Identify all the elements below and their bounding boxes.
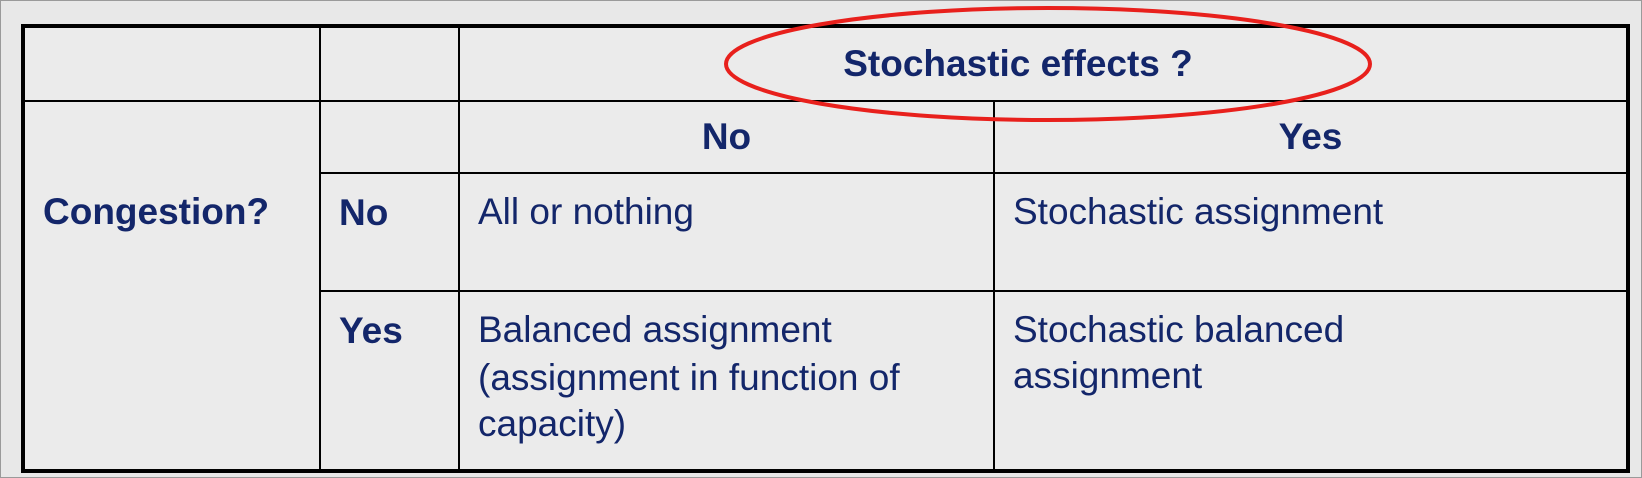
column-header-yes: Yes: [993, 99, 1629, 174]
balanced-assignment-line-1: Balanced assignment: [478, 308, 832, 350]
balanced-assignment-line-3: capacity): [478, 402, 627, 444]
balanced-assignment-line-2: (assignment in function of: [478, 356, 900, 398]
row-congestion-no: Congestion? No All or nothing Stochastic…: [22, 171, 1629, 473]
stochastic-balanced-line-2: assignment: [1013, 354, 1203, 396]
row-header-no: No: [319, 171, 460, 292]
cell-stochastic-assignment: Stochastic assignment: [993, 171, 1629, 292]
header-row-2: No Yes: [22, 99, 1629, 174]
stochastic-balanced-line-1: Stochastic balanced: [1013, 308, 1345, 350]
blank-cell-left: [22, 99, 321, 173]
cell-balanced-assignment: Balanced assignment (assignment in funct…: [458, 289, 995, 473]
assignment-matrix-table: Stochastic effects ? No Yes Congestion? …: [21, 24, 1630, 473]
header-row-1: Stochastic effects ?: [22, 25, 1629, 102]
blank-cell-top-left: [22, 25, 321, 102]
column-header-no: No: [458, 99, 995, 174]
cell-all-or-nothing: All or nothing: [458, 171, 995, 292]
cell-stochastic-balanced-assignment: Stochastic balanced assignment: [993, 289, 1629, 473]
stochastic-effects-header: Stochastic effects ?: [458, 25, 1629, 102]
stochastic-effects-label: Stochastic effects ?: [843, 42, 1193, 84]
blank-cell-top-mid: [319, 25, 460, 102]
blank-cell-mid: [319, 99, 460, 174]
congestion-row-label: Congestion?: [22, 172, 321, 473]
row-header-yes: Yes: [319, 289, 460, 473]
